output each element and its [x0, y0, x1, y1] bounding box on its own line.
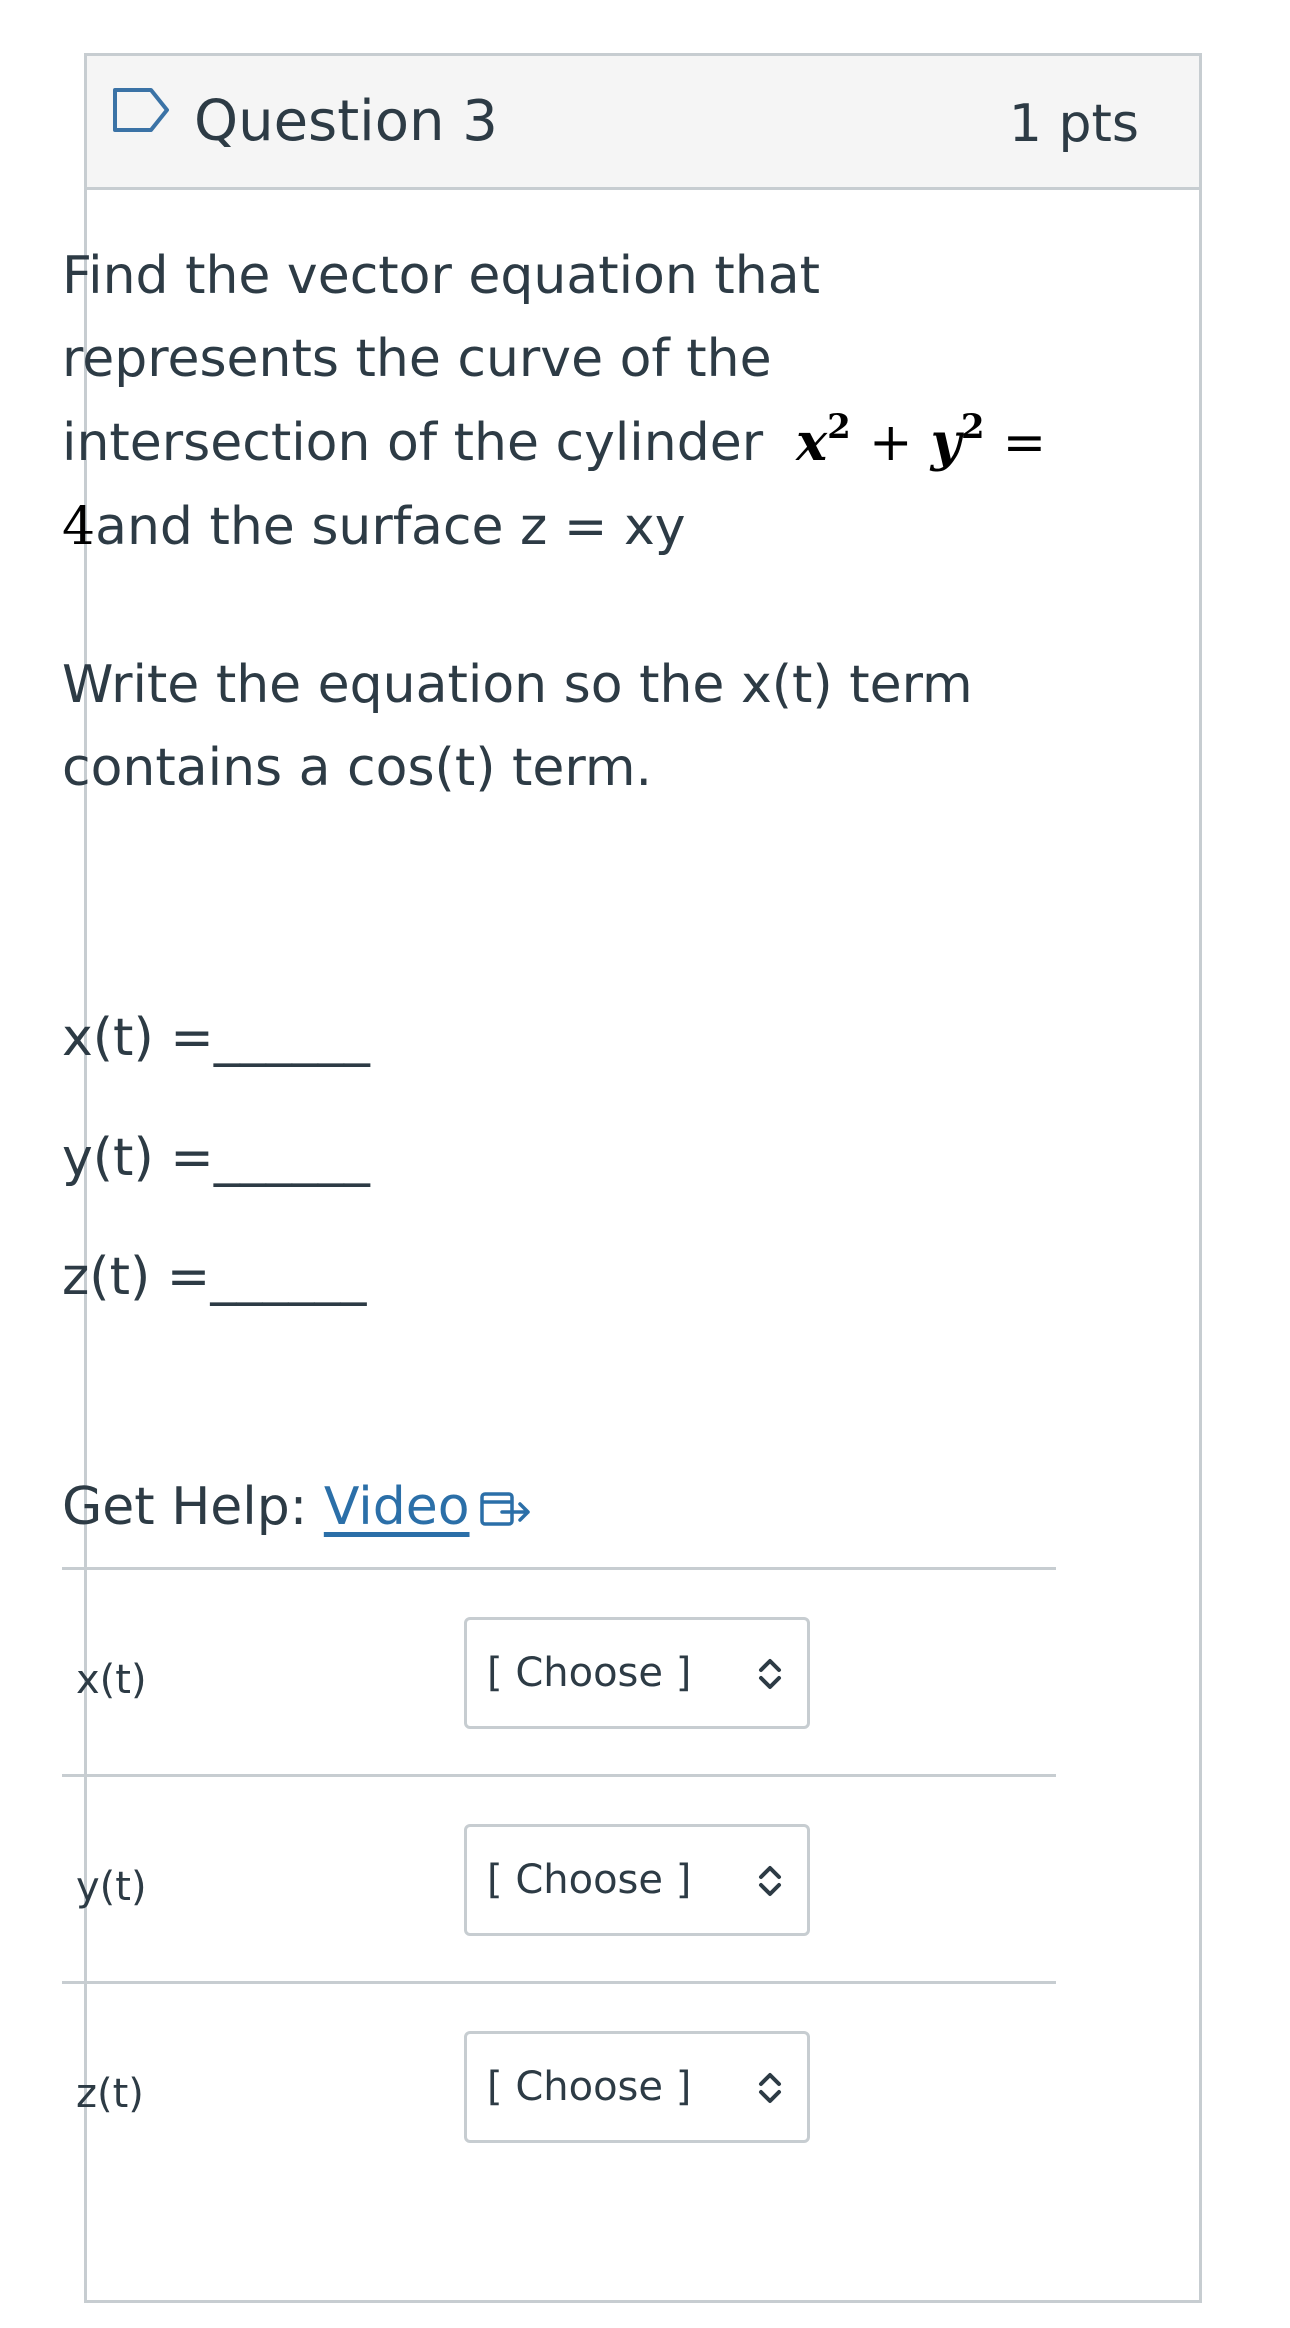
bookmark-flag-icon[interactable] — [111, 86, 171, 134]
question-prompt: Find the vector equation that represents… — [62, 235, 1072, 569]
question-points: 1 pts — [1008, 94, 1139, 154]
answer-label-y: y(t) — [76, 1864, 147, 1910]
chevron-up-down-icon — [759, 2073, 781, 2103]
prompt-text-after: and the surface z = xy — [95, 497, 686, 557]
blank-z: z(t) =______ — [62, 1247, 367, 1307]
answer-select-z[interactable]: [ Choose ] — [464, 2031, 810, 2143]
chevron-up-down-icon — [759, 1866, 781, 1896]
blank-x: x(t) =______ — [62, 1008, 370, 1068]
question-header: Question 3 1 pts — [87, 56, 1199, 190]
select-value: [ Choose ] — [487, 2064, 692, 2110]
chevron-up-down-icon — [759, 1659, 781, 1689]
blank-y: y(t) =______ — [62, 1128, 370, 1188]
answer-select-x[interactable]: [ Choose ] — [464, 1617, 810, 1729]
divider — [62, 1981, 1056, 1984]
divider — [62, 1774, 1056, 1777]
question-instruction: Write the equation so the x(t) term cont… — [62, 655, 973, 798]
external-link-icon[interactable] — [478, 1486, 534, 1530]
answer-select-y[interactable]: [ Choose ] — [464, 1824, 810, 1936]
question-title: Question 3 — [194, 89, 498, 154]
answer-label-z: z(t) — [76, 2071, 144, 2117]
get-help: Get Help: Video — [62, 1475, 534, 1539]
select-value: [ Choose ] — [487, 1857, 692, 1903]
answer-label-x: x(t) — [76, 1657, 147, 1703]
divider — [62, 1567, 1056, 1570]
select-value: [ Choose ] — [487, 1650, 692, 1696]
video-link[interactable]: Video — [324, 1477, 470, 1537]
get-help-label: Get Help: — [62, 1477, 324, 1537]
prompt-text-before: Find the vector equation that represents… — [62, 246, 820, 473]
